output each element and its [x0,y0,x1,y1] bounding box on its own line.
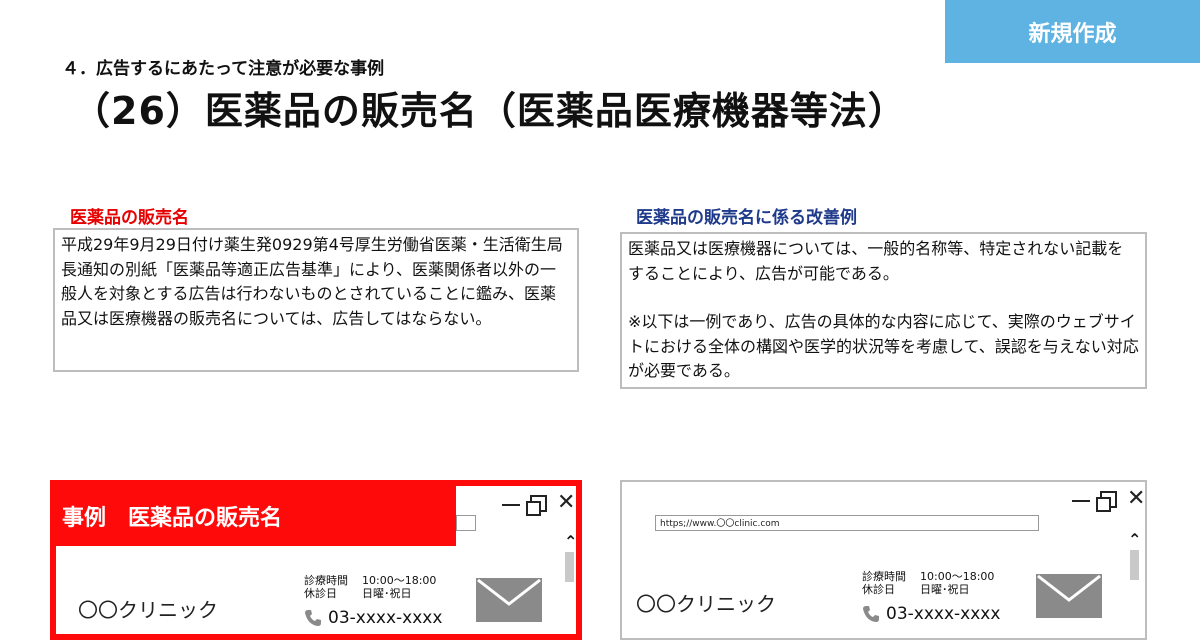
hours-value: 10:00～18:00 [920,570,994,583]
phone-text: 03-xxxx-xxxx [328,608,442,628]
mail-icon[interactable] [1036,574,1102,618]
closed-label: 休診日 [862,583,920,596]
clinic-hours: 診療時間10:00～18:00 休診日日曜･祝日 [862,570,994,596]
hours-value: 10:00～18:00 [362,574,436,587]
section-subtitle: ４．広告するにあたって注意が必要な事例 [62,54,384,79]
clinic-hours: 診療時間10:00～18:00 休診日日曜･祝日 [304,574,436,600]
good-example-browser: https;//www.〇〇clinic.com ✕ ⌃ 〇〇クリニック 診療時… [620,480,1147,640]
phone-number: 03-xxxx-xxxx [862,604,1000,624]
window-close-icon[interactable]: ✕ [1127,490,1145,508]
right-text-box: 医薬品又は医療機器については、一般的名称等、特定されない記載をすることにより、広… [620,232,1147,389]
right-text-para2: ※以下は一例であり、広告の具体的な内容に応じて、実際のウェブサイトにおける全体の… [628,310,1139,384]
window-controls: ✕ [502,494,575,512]
scrollbar-thumb[interactable] [1130,550,1139,580]
phone-icon [304,609,322,627]
mail-icon[interactable] [476,578,542,622]
phone-icon [862,605,880,623]
window-close-icon[interactable]: ✕ [557,494,575,512]
window-controls: ✕ [1072,490,1145,508]
closed-value: 日曜･祝日 [920,583,970,596]
url-bar[interactable] [456,515,476,531]
closed-label: 休診日 [304,587,362,600]
scrollbar-thumb[interactable] [565,552,574,582]
hours-label: 診療時間 [862,570,920,583]
right-text-para1: 医薬品又は医療機器については、一般的名称等、特定されない記載をすることにより、広… [628,237,1139,286]
right-section-label: 医薬品の販売名に係る改善例 [636,203,857,228]
left-text-box: 平成29年9月29日付け薬生発0929第4号厚生労働省医薬・生活衛生局長通知の別… [53,228,579,372]
phone-text: 03-xxxx-xxxx [886,604,1000,624]
window-restore-icon[interactable] [1100,491,1117,508]
left-text: 平成29年9月29日付け薬生発0929第4号厚生労働省医薬・生活衛生局長通知の別… [61,233,571,331]
hours-label: 診療時間 [304,574,362,587]
clinic-name: 〇〇クリニック [78,594,218,623]
closed-value: 日曜･祝日 [362,587,412,600]
window-restore-icon[interactable] [530,495,547,512]
phone-number: 03-xxxx-xxxx [304,608,442,628]
new-creation-badge: 新規作成 [945,0,1200,63]
scroll-up-icon[interactable]: ⌃ [1128,530,1141,549]
example-banner: 事例 医薬品の販売名 [56,486,456,546]
bad-example-browser: 事例 医薬品の販売名 ✕ ⌃ 〇〇クリニック 診療時間10:00～18:00 休… [50,480,582,640]
url-bar[interactable]: https;//www.〇〇clinic.com [655,515,1039,531]
window-minimize-icon[interactable] [502,504,520,506]
scroll-up-icon[interactable]: ⌃ [564,532,577,551]
left-section-label: 医薬品の販売名 [70,203,189,228]
window-minimize-icon[interactable] [1072,500,1090,502]
clinic-name: 〇〇クリニック [636,588,776,617]
page-title: （26）医薬品の販売名（医薬品医療機器等法） [72,80,907,135]
